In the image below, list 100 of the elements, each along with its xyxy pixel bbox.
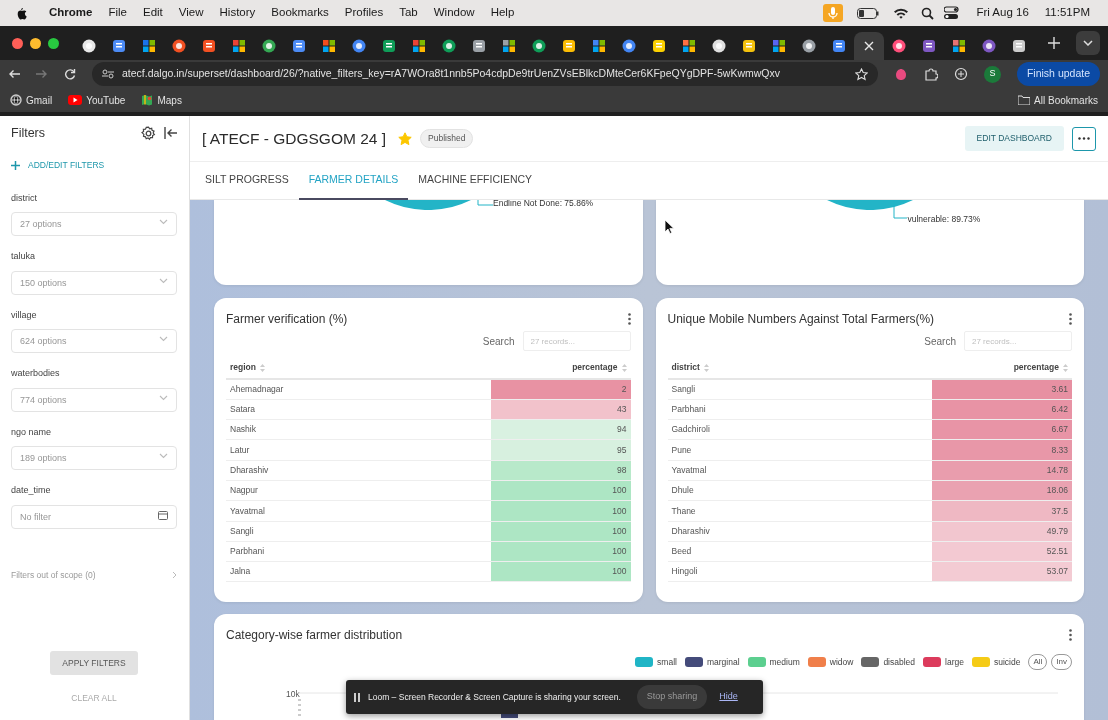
favicon-icon — [952, 39, 966, 53]
filter-field[interactable]: 189 options — [11, 446, 177, 470]
filter-field[interactable]: 27 options — [11, 212, 177, 236]
table-cell: 100 — [490, 480, 631, 501]
legend-item[interactable]: small — [635, 655, 677, 669]
new-tab-icon[interactable] — [1048, 37, 1060, 49]
filter-field[interactable]: No filter — [11, 504, 177, 529]
extension-icon[interactable] — [893, 67, 908, 81]
menu-item[interactable]: Edit — [135, 4, 171, 22]
back-icon[interactable] — [8, 69, 20, 79]
search-icon[interactable] — [921, 6, 935, 20]
axis-tick-label: 10k — [286, 688, 298, 701]
menu-item[interactable]: Bookmarks — [263, 4, 337, 22]
reload-icon[interactable] — [64, 68, 76, 80]
invert-selection-button[interactable]: Inv — [1051, 654, 1072, 670]
table-cell: 18.06 — [932, 480, 1072, 501]
filter-label: ngo name — [11, 425, 53, 439]
menu-item[interactable]: Window — [425, 4, 483, 22]
zoom-window-button[interactable] — [48, 37, 59, 49]
favicon-icon — [742, 39, 756, 53]
favicon-icon — [82, 39, 96, 53]
address-bar[interactable]: atecf.dalgo.in/superset/dashboard/26/?native_filters_key=rA7WOra8t1nnb5Po4cdpDe9trUenZVsEBlkcDMteCer6KFpeQYgDPF-5wKwmwQxv — [92, 62, 878, 86]
filter-label: district — [11, 191, 38, 205]
legend-item[interactable]: disabled — [861, 655, 916, 669]
table-cell: 2 — [490, 379, 631, 400]
column-header[interactable]: region — [226, 357, 491, 379]
bookmark-star-icon[interactable] — [854, 67, 868, 81]
menu-item[interactable]: Profiles — [336, 4, 392, 22]
edit-dashboard-button[interactable]: EDIT DASHBOARD — [964, 126, 1064, 151]
profile-avatar[interactable]: S — [983, 65, 1001, 83]
globe-icon — [10, 94, 22, 106]
filter-field[interactable]: 624 options — [11, 329, 177, 353]
legend-item[interactable]: large — [923, 655, 964, 669]
table-cell: Gadchiroli — [667, 419, 932, 440]
select-all-button[interactable]: All — [1028, 654, 1048, 670]
table-cell: 52.51 — [932, 541, 1072, 562]
close-icon[interactable] — [864, 41, 874, 51]
menu-item[interactable]: Tab — [391, 4, 426, 22]
collapse-sidebar-icon[interactable] — [164, 127, 177, 140]
bookmark-link[interactable]: Maps — [141, 92, 182, 108]
chart-title: Unique Mobile Numbers Against Total Farmers(%) — [667, 311, 935, 328]
wifi-icon[interactable] — [893, 7, 910, 19]
filter-field[interactable]: 774 options — [11, 387, 177, 412]
pause-icon[interactable] — [354, 692, 360, 702]
favicon-icon — [262, 39, 276, 53]
kebab-menu-icon[interactable] — [627, 313, 631, 325]
table-cell: Jalna — [226, 561, 491, 582]
table-cell: Pune — [667, 439, 932, 461]
video-play-icon — [68, 95, 83, 105]
favicon-icon — [142, 39, 156, 53]
hide-link[interactable]: Hide — [719, 690, 738, 704]
favicon-icon — [592, 39, 606, 53]
legend-item[interactable]: suicide — [971, 655, 1021, 669]
url-text: atecf.dalgo.in/superset/dashboard/26/?native_filters_key=rA7WOra8t1nnb5Po4cdpDe9trUenZVsEBlkcDMteCer6KFpeQYgDPF-5wKwmwQxv — [122, 66, 782, 82]
menu-item[interactable]: File — [100, 4, 135, 22]
control-center-icon[interactable] — [944, 6, 961, 20]
site-settings-icon[interactable] — [102, 69, 114, 79]
table-cell: Dharashiv — [226, 460, 491, 481]
dashboard-tab[interactable]: MACHINE EFFICIENCY — [408, 162, 543, 200]
kebab-menu-icon[interactable] — [1069, 313, 1072, 325]
apply-filters-button[interactable]: APPLY FILTERS — [50, 650, 138, 676]
menu-item[interactable]: History — [211, 4, 264, 22]
dashboard-tab[interactable]: SILT PROGRESS — [195, 162, 299, 200]
column-header[interactable]: district — [667, 357, 932, 379]
add-filters-link[interactable]: ADD/EDIT FILTERS — [11, 158, 177, 172]
kebab-menu-icon[interactable] — [1069, 629, 1072, 641]
settings-icon[interactable] — [141, 125, 156, 141]
screen-share-message: Loom – Screen Recorder & Screen Capture is sharing your screen. — [368, 690, 621, 704]
table-cell: Nashik — [226, 419, 491, 440]
app-menu[interactable]: Chrome — [41, 4, 101, 22]
table-cell: 49.79 — [932, 521, 1072, 542]
media-icon[interactable] — [953, 67, 968, 81]
menu-item[interactable]: View — [170, 4, 212, 22]
table-cell: Yavatmal — [667, 460, 932, 481]
minimize-window-button[interactable] — [30, 37, 41, 49]
bookmark-link[interactable]: Gmail — [10, 92, 53, 108]
chevron-down-icon — [159, 453, 168, 459]
favicon-icon — [532, 39, 546, 53]
legend-item[interactable]: medium — [747, 655, 800, 669]
all-bookmarks-link[interactable]: All Bookmarks — [1018, 92, 1098, 108]
legend-item[interactable]: widow — [807, 655, 854, 669]
stop-sharing-button[interactable]: Stop sharing — [636, 685, 708, 709]
filter-field[interactable]: 150 options — [11, 270, 177, 295]
chart-title: Farmer verification (%) — [226, 311, 348, 328]
forward-icon[interactable] — [36, 69, 48, 79]
legend-item[interactable]: marginal — [684, 655, 740, 669]
close-window-button[interactable] — [12, 37, 23, 49]
table-cell: Satara — [226, 399, 491, 420]
finish-update-button[interactable]: Finish update — [1016, 62, 1100, 86]
favicon-icon — [382, 39, 396, 53]
battery-icon[interactable] — [857, 7, 880, 19]
favorite-star-icon[interactable] — [398, 131, 413, 146]
tab-search-button[interactable] — [1076, 31, 1100, 55]
table-cell: 100 — [490, 521, 631, 542]
favicon-icon — [982, 39, 996, 53]
more-options-button[interactable] — [1072, 126, 1096, 151]
bookmark-link[interactable]: YouTube — [68, 92, 126, 108]
menu-item[interactable]: Help — [482, 4, 523, 22]
puzzle-icon[interactable] — [923, 67, 938, 81]
filter-label: waterbodies — [11, 367, 61, 380]
